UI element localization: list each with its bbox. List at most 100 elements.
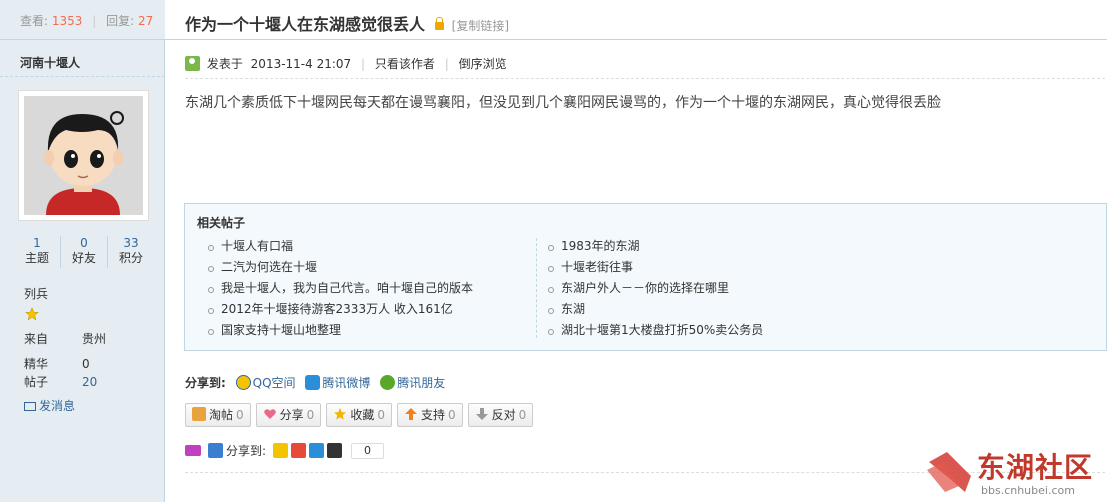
qzone-share-icon[interactable] [273,443,289,458]
author-location: 来自 贵州 [24,330,106,347]
related-item[interactable]: 1983年的东湖 [545,236,763,257]
envelope-icon [24,402,36,411]
post-content: 东湖几个素质低下十堰网民每天都在谩骂襄阳，但没见到几个襄阳网民谩骂的，作为一个十… [185,95,941,111]
send-message-label: 发消息 [39,399,76,413]
count-friends[interactable]: 0 好友 [61,236,108,268]
count-value: 1 [33,236,41,250]
heart-icon [263,406,277,420]
share-label: 分享到: [185,376,226,390]
action-count: 0 [236,408,244,422]
action-count: 0 [377,408,385,422]
rank-star-icon [25,307,39,321]
share-pengyou-label: 腾讯朋友 [397,376,446,390]
action-count: 0 [306,408,315,422]
action-label: 支持 [420,408,445,422]
ad-icon [185,445,201,456]
count-value: 33 [123,236,139,250]
author-counts: 1 主题 0 好友 33 积分 [14,236,154,268]
related-item[interactable]: 东湖 [545,299,763,320]
copy-link-button[interactable]: [复制链接] [452,19,509,33]
related-item[interactable]: 东湖户外人－－你的选择在哪里 [545,278,763,299]
share-count: 0 [351,442,385,459]
count-label: 积分 [118,251,143,265]
count-label: 好友 [71,251,96,265]
views-count: 1353 [51,14,83,28]
related-item[interactable]: 十堰人有口福 [205,236,473,257]
avatar[interactable] [18,90,149,221]
related-title: 相关帖子 [197,216,246,230]
action-count: 0 [447,408,456,422]
thread-title: 作为一个十堰人在东湖感觉很丢人 [185,15,426,34]
related-item[interactable]: 二汽为何选在十堰 [205,257,473,278]
send-message-link[interactable]: 发消息 [24,397,75,414]
posts-label: 帖子 [24,375,49,389]
related-threads: 相关帖子 十堰人有口福 二汽为何选在十堰 我是十堰人，我为自己代言。咱十堰自己的… [184,203,1107,351]
share-qzone-label: QQ空间 [252,376,296,390]
arrow-up-icon [404,406,418,420]
count-value: 0 [80,236,88,250]
replies-count: 27 [138,14,154,28]
digest-label: 精华 [24,357,49,371]
count-label: 主题 [24,251,49,265]
only-author-link[interactable]: 只看该作者 [375,57,435,71]
related-item[interactable]: 十堰老街往事 [545,257,763,278]
author-rank: 列兵 [24,287,49,301]
author-posts: 帖子 20 [24,373,97,390]
related-item[interactable]: 我是十堰人，我为自己代言。咱十堰自己的版本 [205,278,473,299]
tencent-weibo-share-icon[interactable] [309,443,325,458]
clover-icon [380,375,396,390]
share-button[interactable]: 分享 0 [255,403,322,427]
share-bar-label: 分享到: [226,444,267,458]
thread-stats: 查看: 1353 | 回复: 27 [0,0,165,40]
site-url: bbs.cnhubei.com [981,484,1075,497]
meta-separator: | [444,57,449,71]
digest-value: 0 [82,357,90,371]
favorite-button[interactable]: 收藏 0 [326,403,392,427]
posted-time: 2013-11-4 21:07 [250,57,352,71]
related-item[interactable]: 2012年十堰接待游客2333万人 收入161亿 [205,299,473,320]
online-status-icon [185,56,200,71]
share-pengyou-button[interactable]: 腾讯朋友 [380,375,446,390]
site-name: 东湖社区 [977,451,1094,484]
qq-share-icon[interactable] [327,443,343,458]
related-item[interactable]: 湖北十堰第1大楼盘打折50%卖公务员 [545,320,763,341]
posts-value[interactable]: 20 [82,375,97,389]
site-logo-icon [927,452,971,492]
oppose-button[interactable]: 反对 0 [467,403,534,427]
post-actions: 淘帖 0 分享 0 收藏 0 支持 0 反对 0 [185,403,534,427]
action-label: 反对 [491,408,516,422]
action-label: 淘帖 [209,408,234,422]
author-digest: 精华 0 [24,355,90,372]
location-label: 来自 [24,332,49,346]
author-name[interactable]: 河南十堰人 [0,41,165,77]
thread-title-bar: 作为一个十堰人在东湖感觉很丢人 [复制链接] [165,0,1107,40]
avatar-image [24,96,143,215]
count-threads[interactable]: 1 主题 [14,236,61,268]
reverse-order-link[interactable]: 倒序浏览 [459,57,507,71]
taotie-button[interactable]: 淘帖 0 [185,403,251,427]
share-qzone-button[interactable]: QQ空间 [235,375,296,390]
related-list-right: 1983年的东湖 十堰老街往事 东湖户外人－－你的选择在哪里 东湖 湖北十堰第1… [545,236,763,341]
stats-separator: | [92,14,97,28]
related-list-left: 十堰人有口福 二汽为何选在十堰 我是十堰人，我为自己代言。咱十堰自己的版本 20… [205,236,473,341]
count-points[interactable]: 33 积分 [108,236,154,268]
divider [185,78,1105,79]
posted-label: 发表于 [206,57,243,71]
related-item[interactable]: 国家支持十堰山地整理 [205,320,473,341]
qzone-icon [235,375,251,390]
weibo-share-icon[interactable] [291,443,307,458]
column-divider [536,238,537,338]
site-watermark: 东湖社区 bbs.cnhubei.com [925,440,1105,500]
lock-icon [434,17,444,30]
action-count: 0 [518,408,527,422]
views-label: 查看: [20,14,49,28]
meta-separator: | [361,57,366,71]
tencent-weibo-icon [305,375,321,390]
location-value: 贵州 [82,332,107,346]
support-button[interactable]: 支持 0 [396,403,463,427]
action-label: 收藏 [350,408,375,422]
replies-label: 回复: [106,14,135,28]
plus-icon[interactable] [208,443,223,458]
share-tweibo-button[interactable]: 腾讯微博 [305,375,371,390]
share-tweibo-label: 腾讯微博 [322,376,371,390]
